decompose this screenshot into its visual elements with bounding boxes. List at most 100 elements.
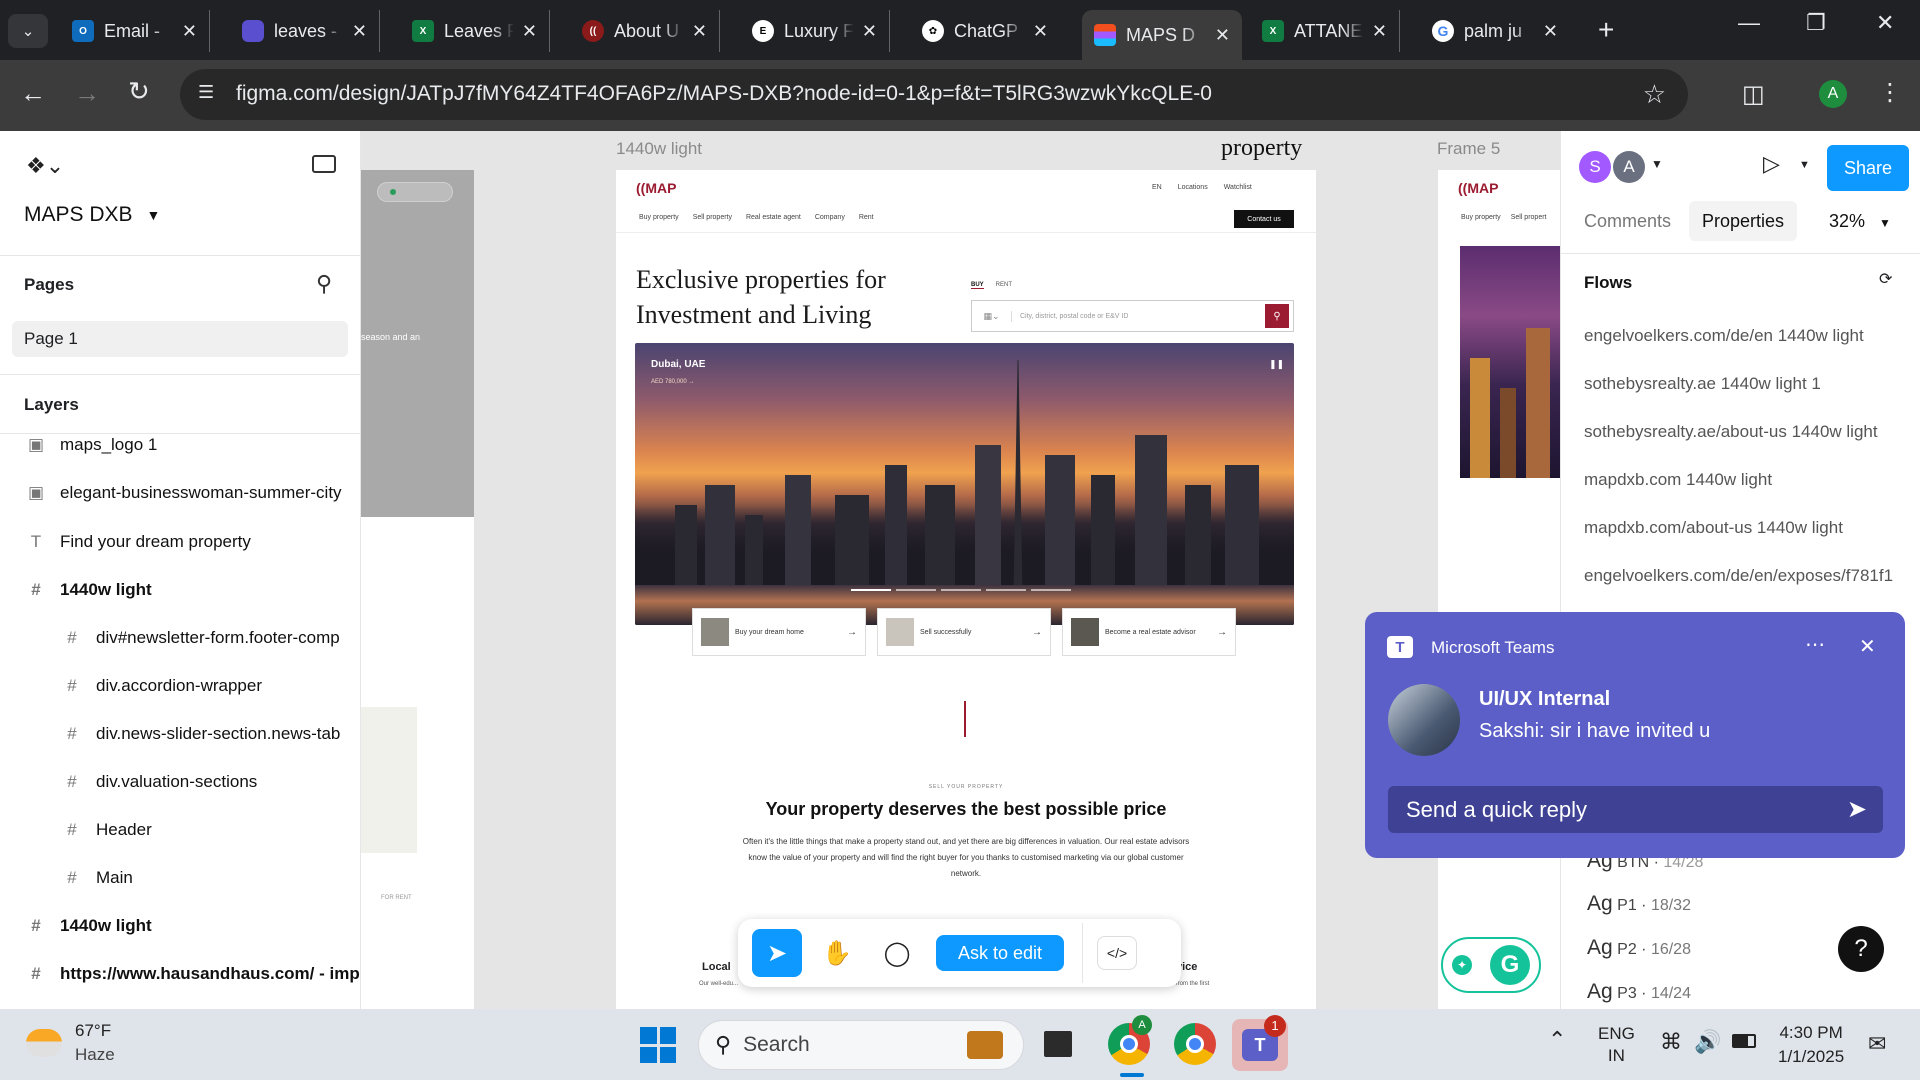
chrome-icon[interactable] [1174,1023,1216,1065]
nav-item[interactable]: Real estate agent [746,214,801,221]
window-close-icon[interactable]: ✕ [1876,10,1894,36]
frame-label[interactable]: property [1221,135,1302,162]
carousel-dot[interactable] [896,589,936,591]
close-icon[interactable]: ✕ [182,21,197,42]
url-text[interactable]: figma.com/design/JATpJ7fMY64Z4TF4OFA6Pz/… [236,82,1212,106]
help-button[interactable]: ? [1838,926,1884,972]
weather-condition[interactable]: Haze [75,1045,115,1065]
forward-icon[interactable]: → [74,78,100,109]
chevron-down-icon[interactable]: ▼ [1651,157,1663,171]
nav-item[interactable]: Sell property [693,214,732,221]
tab-buy[interactable]: BUY [971,282,984,289]
nav-item[interactable]: Rent [859,214,874,221]
layer-item[interactable]: # div#newsletter-form.footer-comp [0,615,361,661]
close-icon[interactable]: ✕ [1033,21,1048,42]
tab-chatgpt[interactable]: ✿ ChatGP ✕ [910,10,1060,52]
more-options-icon[interactable]: ⋯ [1805,632,1825,657]
tab-leaves-excel[interactable]: X Leaves F ✕ [400,10,550,52]
carousel-dot[interactable] [941,589,981,591]
bookmark-star-icon[interactable]: ☆ [1643,79,1666,110]
nav-item[interactable]: Buy property [639,214,679,221]
wifi-icon[interactable]: ⌘ [1660,1029,1682,1055]
tab-attendance[interactable]: X ATTANE ✕ [1250,10,1400,52]
weather-haze-icon[interactable] [26,1029,62,1057]
frame-5[interactable]: ((MAP Buy property Sell propert [1438,170,1560,1009]
search-icon[interactable]: ⚲ [1265,304,1289,328]
teams-notification[interactable]: T Microsoft Teams ⋯ ✕ UI/UX Internal Sak… [1365,612,1905,858]
chevron-down-icon[interactable]: ▼ [1799,159,1810,171]
extensions-icon[interactable]: ◫ [1742,80,1765,109]
nav-item[interactable]: Company [815,214,845,221]
dev-mode-icon[interactable]: </> [1097,936,1138,970]
carousel-dot[interactable] [851,589,891,591]
layer-item[interactable]: T Find your dream property [0,519,361,565]
address-bar[interactable]: ☰ figma.com/design/JATpJ7fMY64Z4TF4OFA6P… [180,69,1688,120]
typestyle-row[interactable]: Ag P2 · 16/28 [1587,936,1691,960]
nav-item[interactable]: Buy property [1461,214,1501,221]
close-icon[interactable]: ✕ [692,21,707,42]
tab-palm[interactable]: G palm ju ✕ [1420,10,1570,52]
tab-maps-dxb-active[interactable]: MAPS D ✕ [1082,10,1242,60]
move-tool-icon[interactable]: ➤ [752,929,802,977]
carousel-dot[interactable] [986,589,1026,591]
typestyle-row[interactable]: Ag P3 · 14/24 [1587,980,1691,1004]
profile-avatar[interactable]: A [1819,80,1847,108]
card-buy-home[interactable]: Buy your dream home → [692,608,866,656]
search-icon[interactable]: ⚲ [316,271,332,297]
close-icon[interactable]: ✕ [522,21,537,42]
tab-properties[interactable]: Properties [1689,201,1797,241]
flow-item[interactable]: mapdxb.com 1440w light [1584,470,1772,490]
layer-item[interactable]: # https://www.hausandhaus.com/ - imp [0,951,361,997]
clock[interactable]: 4:30 PM 1/1/2025 [1778,1021,1844,1069]
language-indicator[interactable]: ENG IN [1598,1023,1635,1067]
avatar[interactable]: S [1579,151,1611,183]
layer-item[interactable]: ▣ elegant-businesswoman-summer-city [0,470,361,516]
layer-item[interactable]: # Header [0,807,361,853]
chrome-menu-icon[interactable]: ⋮ [1878,78,1902,107]
flow-item[interactable]: sothebysrealty.ae 1440w light 1 [1584,374,1821,394]
ask-to-edit-button[interactable]: Ask to edit [936,935,1065,971]
figma-main-menu-icon[interactable]: ❖⌄ [26,153,64,179]
restore-icon[interactable]: ❐ [1806,10,1826,36]
notification-bell-icon[interactable]: ✉ [1868,1031,1886,1057]
zoom-control[interactable]: 32% ▼ [1829,211,1891,232]
flow-item[interactable]: engelvoelkers.com/de/en/exposes/f781f1 [1584,566,1893,586]
layer-item[interactable]: # div.valuation-sections [0,759,361,805]
search-input[interactable]: City, district, postal code or E&V ID [1020,313,1128,320]
battery-icon[interactable] [1732,1034,1756,1048]
flow-item[interactable]: mapdxb.com/about-us 1440w light [1584,518,1843,538]
close-icon[interactable]: ✕ [352,21,367,42]
layer-item[interactable]: ▣ maps_logo 1 [0,422,361,468]
file-name[interactable]: MAPS DXB ▼ [24,203,160,227]
chevron-up-icon[interactable]: ⌃ [1548,1027,1566,1053]
figma-canvas[interactable]: 1440w light property Frame 5 season and … [361,131,1560,1009]
teams-taskbar-button[interactable]: T 1 [1232,1015,1288,1071]
collapse-icon[interactable]: ⟳ [1879,269,1892,289]
frame-label[interactable]: Frame 5 [1437,139,1500,159]
typestyle-row[interactable]: Ag P1 · 18/32 [1587,892,1691,916]
layer-item[interactable]: #1440w light [0,567,361,613]
close-icon[interactable]: ✕ [1859,634,1876,659]
close-icon[interactable]: ✕ [1215,25,1230,46]
tab-about[interactable]: (( About U ✕ [570,10,720,52]
quick-reply-input[interactable]: Send a quick reply ➤ [1388,786,1883,833]
task-view-icon[interactable] [1044,1031,1072,1057]
locations-link[interactable]: Locations [1178,184,1208,191]
present-play-icon[interactable]: ▷ [1763,151,1780,177]
layer-item[interactable]: # Main [0,855,361,901]
site-settings-icon[interactable]: ☰ [198,82,222,106]
start-windows-icon[interactable] [640,1027,676,1063]
lang-link[interactable]: EN [1152,184,1162,191]
panel-toggle-icon[interactable] [312,155,336,173]
carousel-dot[interactable] [1031,589,1071,591]
volume-icon[interactable]: 🔊 [1694,1029,1721,1055]
page-item-page-1[interactable]: Page 1 [12,321,348,357]
layer-item[interactable]: # div.accordion-wrapper [0,663,361,709]
tab-rent[interactable]: RENT [996,282,1012,289]
hand-tool-icon[interactable]: ✋ [812,929,862,977]
tab-leaves[interactable]: leaves - ✕ [230,10,380,52]
frame-left-partial[interactable]: season and an FOR RENT [361,170,474,1009]
frame-label[interactable]: 1440w light [616,139,702,159]
nav-item[interactable]: Sell propert [1511,214,1547,221]
tab-luxury[interactable]: E Luxury F ✕ [740,10,890,52]
